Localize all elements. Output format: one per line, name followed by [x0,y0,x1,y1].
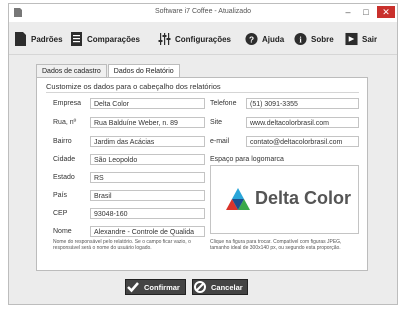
confirm-label: Confirmar [144,282,180,292]
site-field[interactable]: www.deltacolorbrasil.com [246,117,359,128]
nome-help-text: Nome do responsável pelo relatório. Se o… [53,239,191,251]
list-document-icon [71,32,82,46]
section-heading: Customize os dados para o cabeçalho dos … [46,82,221,91]
confirm-button[interactable]: Confirmar [125,279,186,295]
logo-help-text: Clique na figura para trocar. Compatível… [210,239,342,251]
toolbar-comparacoes[interactable]: Comparações [70,31,140,47]
empresa-label: Empresa [53,100,82,107]
pais-field[interactable]: Brasil [90,190,205,201]
nome-label: Nome [53,228,72,235]
telefone-label: Telefone [210,100,237,107]
toolbar-label: Sair [362,34,378,44]
empresa-field[interactable]: Delta Color [90,98,205,109]
cancel-label: Cancelar [211,282,243,292]
toolbar-sobre[interactable]: i Sobre [294,31,334,47]
rua-label: Rua, nº [53,119,77,126]
email-field[interactable]: contato@deltacolorbrasil.com [246,136,359,147]
cancel-icon [194,281,206,293]
info-icon: i [294,32,307,46]
bairro-field[interactable]: Jardim das Acácias [90,136,205,147]
minimize-icon[interactable]: – [341,6,355,18]
toolbar-configuracoes[interactable]: Configurações [158,31,231,47]
site-label: Site [210,119,223,126]
cidade-field[interactable]: São Leopoldo [90,154,205,165]
exit-icon [345,32,358,46]
cidade-label: Cidade [53,156,76,163]
cep-field[interactable]: 93048-160 [90,208,205,219]
window-title: Software i7 Coffee - Atualizado [155,8,251,15]
check-icon [127,282,139,293]
close-icon[interactable]: ✕ [377,6,395,18]
cep-label: CEP [53,210,68,217]
tab-bar: Dados de cadastro Dados do Relatório [36,64,181,79]
telefone-field[interactable]: (51) 3091-3355 [246,98,359,109]
pais-label: País [53,192,68,199]
toolbar-sair[interactable]: Sair [345,31,377,47]
divider [46,92,359,93]
toolbar-label: Configurações [175,34,232,44]
cancel-button[interactable]: Cancelar [192,279,248,295]
logo-picker[interactable]: Delta Color [210,165,359,234]
toolbar-label: Comparações [87,34,140,44]
estado-field[interactable]: RS [90,172,205,183]
title-bar: Software i7 Coffee - Atualizado – □ ✕ [9,4,397,22]
bairro-label: Bairro [53,138,72,145]
maximize-icon[interactable]: □ [359,6,373,18]
logo-text: Delta Color [255,188,352,208]
estado-label: Estado [53,174,75,181]
email-label: e-mail [210,138,230,145]
toolbar-label: Padrões [31,34,63,44]
logo-area-label: Espaço para logomarca [210,156,284,163]
toolbar-label: Sobre [311,34,334,44]
help-icon: ? [245,32,258,46]
rua-field[interactable]: Rua Balduíne Weber, n. 89 [90,117,205,128]
delta-logo-icon [226,188,250,210]
toolbar-label: Ajuda [262,34,285,44]
main-toolbar: Padrões Comparações Configurações ? Ajud… [9,22,397,55]
toolbar-padroes[interactable]: Padrões [14,31,63,47]
toolbar-ajuda[interactable]: ? Ajuda [245,31,284,47]
document-icon [15,32,26,46]
svg-text:?: ? [249,34,254,44]
nome-field[interactable]: Alexandre - Controle de Qualida [90,226,205,237]
tab-dados-cadastro[interactable]: Dados de cadastro [36,64,107,78]
sliders-icon [158,33,171,45]
